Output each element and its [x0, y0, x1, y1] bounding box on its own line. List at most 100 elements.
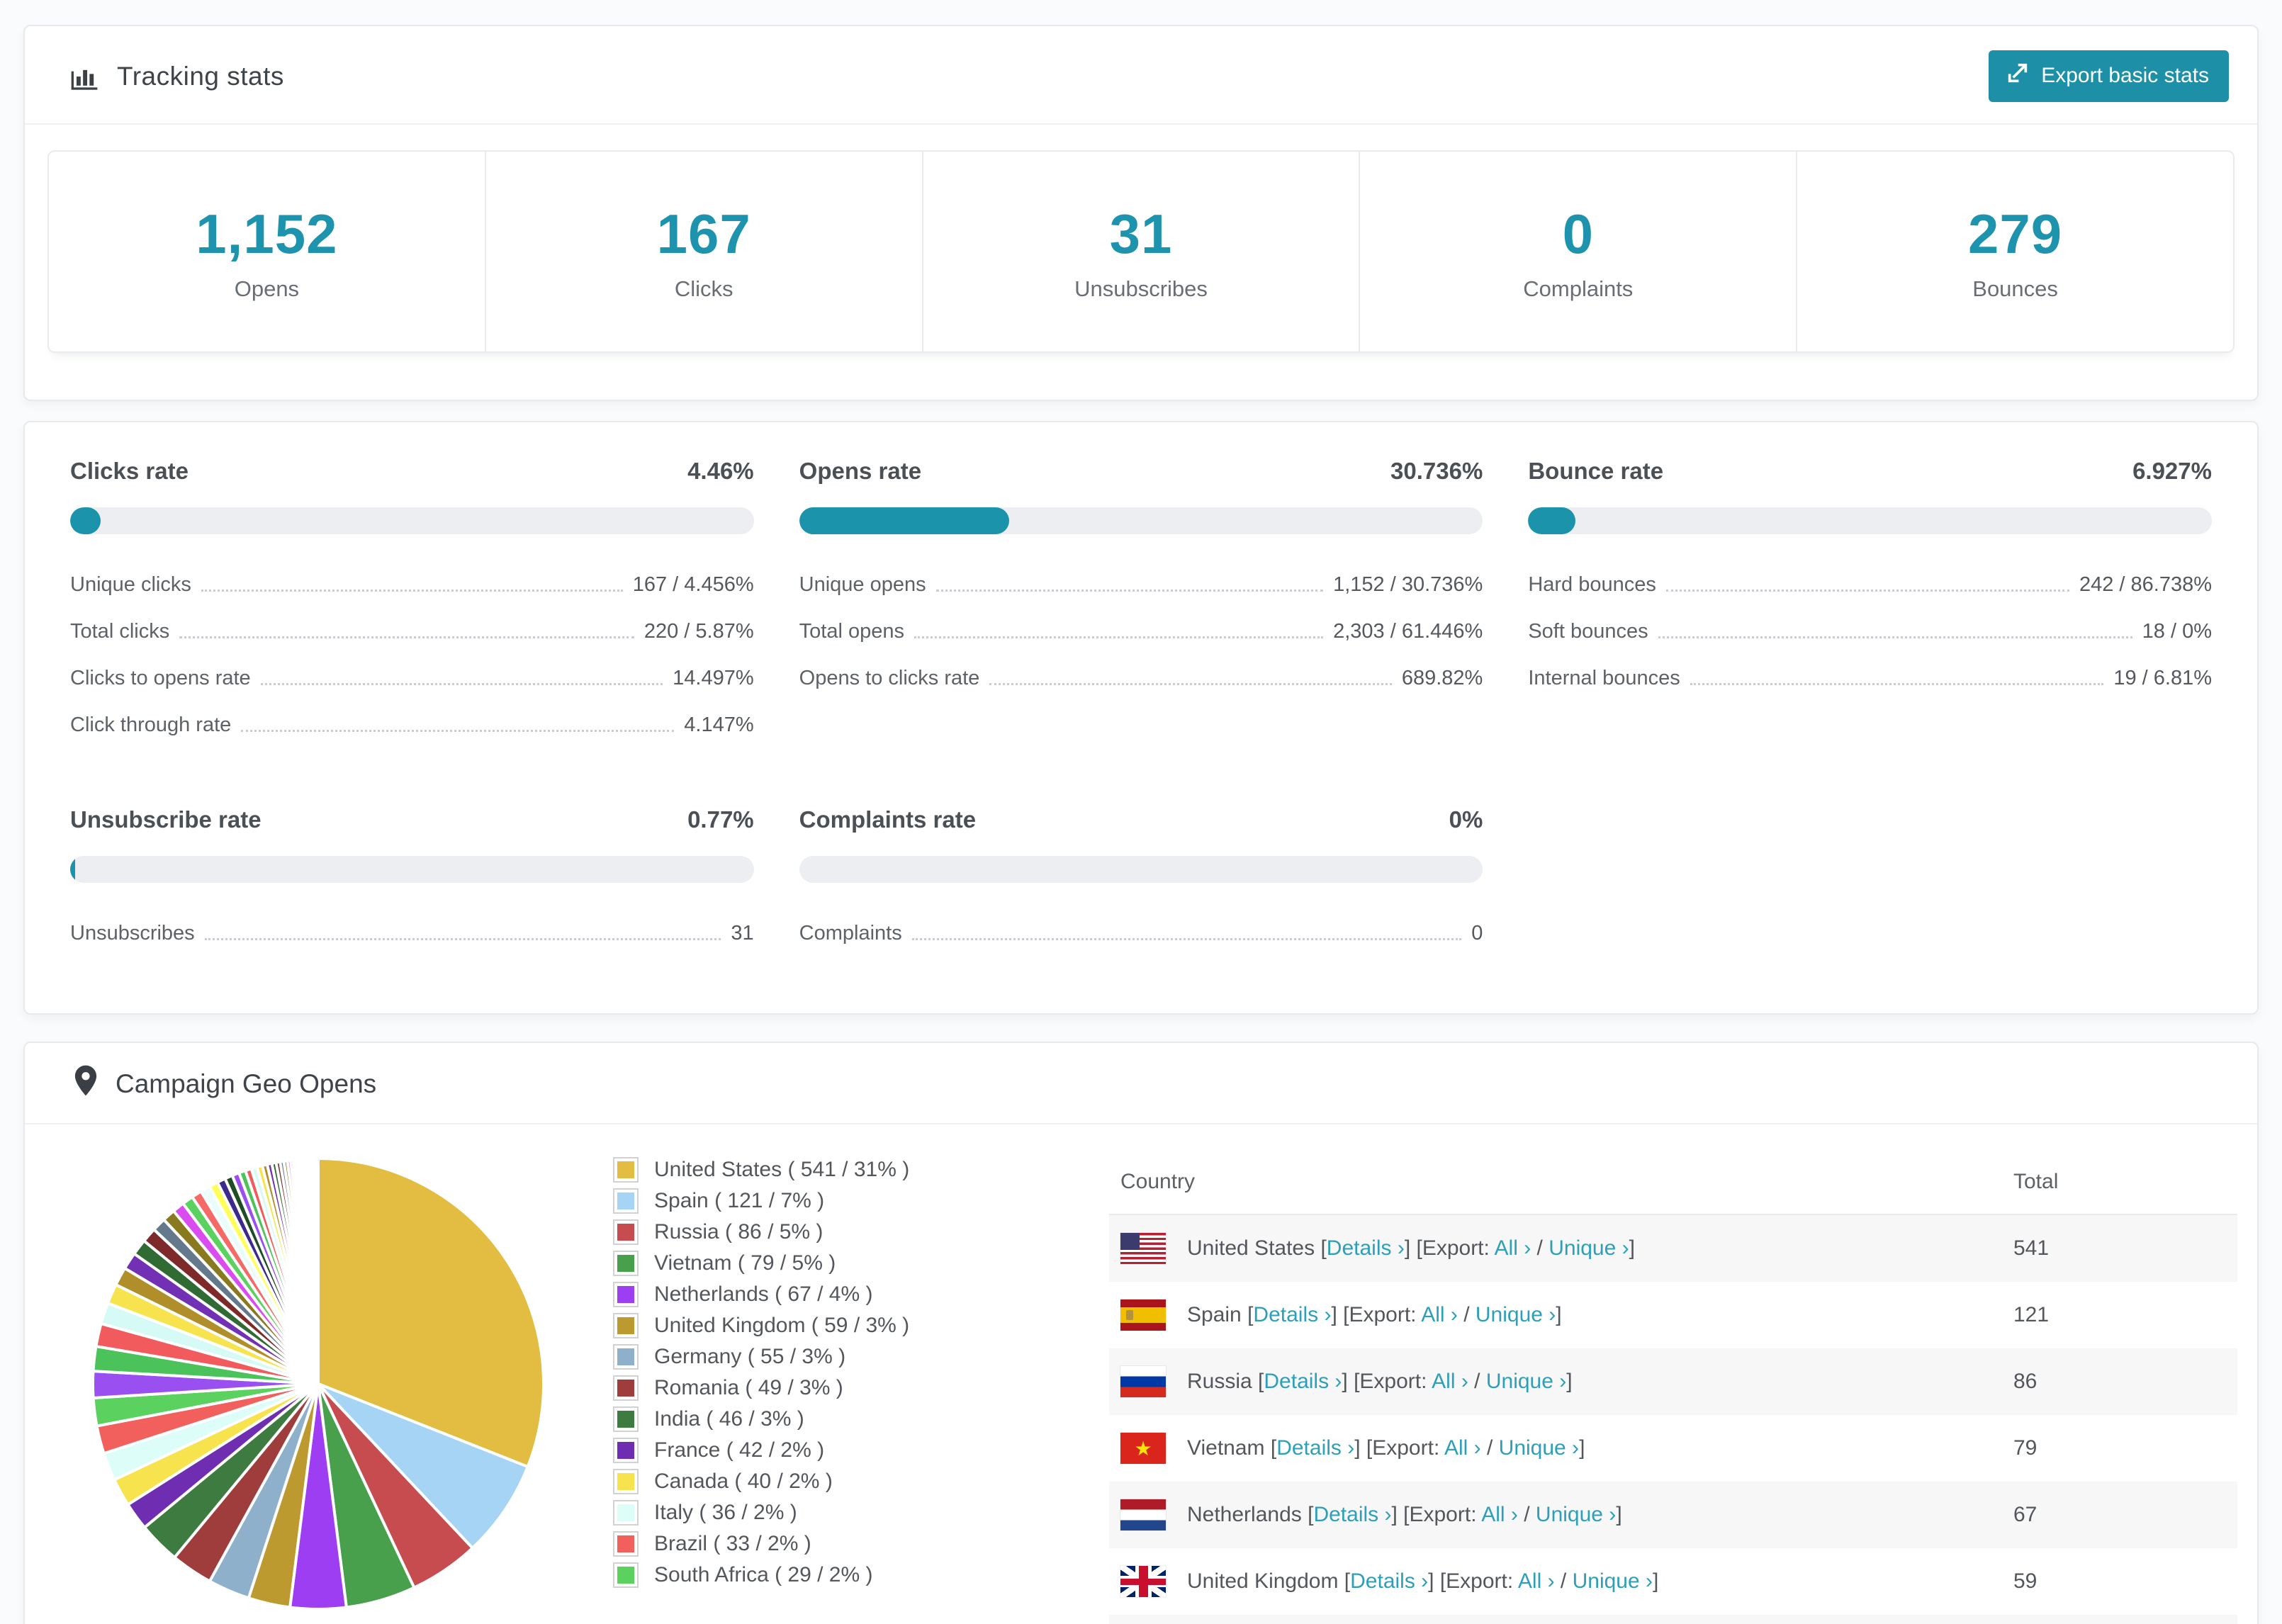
- dotted-leader: [1690, 683, 2104, 685]
- rate-title: Bounce rate: [1528, 458, 1664, 484]
- rate-title: Unsubscribe rate: [70, 806, 262, 833]
- flag-es-icon: [1120, 1299, 1166, 1331]
- rate-item: Click through rate 4.147%: [70, 709, 754, 737]
- export-all-link[interactable]: All ›: [1518, 1569, 1555, 1593]
- export-all-link[interactable]: All ›: [1432, 1370, 1468, 1393]
- legend-item[interactable]: Canada ( 40 / 2% ): [613, 1466, 1067, 1497]
- rate-items: Unique clicks 167 / 4.456% Total clicks …: [70, 568, 754, 737]
- legend-label: Spain ( 121 / 7% ): [654, 1189, 825, 1212]
- legend-item[interactable]: Russia ( 86 / 5% ): [613, 1217, 1067, 1248]
- legend-swatch: [613, 1188, 639, 1214]
- legend-item[interactable]: India ( 46 / 3% ): [613, 1404, 1067, 1435]
- rate-title: Clicks rate: [70, 458, 189, 484]
- details-link[interactable]: Details ›: [1313, 1503, 1391, 1526]
- flag-gb-icon: [1120, 1566, 1166, 1597]
- dotted-leader: [1665, 590, 2069, 592]
- legend-swatch: [613, 1438, 639, 1463]
- geo-row-total: 59: [2013, 1569, 2038, 1593]
- tracking-stats-card: Tracking stats Export basic stats 1,152 …: [23, 25, 2259, 401]
- legend-label: United States ( 541 / 31% ): [654, 1158, 910, 1181]
- geo-table-row: Vietnam [Details ›] [Export: All › / Uni…: [1109, 1415, 2237, 1482]
- legend-swatch: [613, 1282, 639, 1307]
- stat-box: 31 Unsubscribes: [923, 152, 1361, 351]
- dotted-leader: [241, 730, 675, 732]
- rate-progress-track: [799, 856, 1483, 883]
- legend-item[interactable]: Brazil ( 33 / 2% ): [613, 1528, 1067, 1560]
- geo-row-total: 79: [2013, 1436, 2038, 1460]
- geo-row-total: 67: [2013, 1503, 2038, 1526]
- legend-item[interactable]: Netherlands ( 67 / 4% ): [613, 1279, 1067, 1310]
- campaign-geo-opens-header: Campaign Geo Opens: [25, 1043, 2257, 1124]
- rate-item: Complaints 0: [799, 917, 1483, 945]
- legend-label: Russia ( 86 / 5% ): [654, 1220, 824, 1244]
- geo-table-row: Russia [Details ›] [Export: All › / Uniq…: [1109, 1348, 2237, 1415]
- rate-item: Hard bounces 242 / 86.738%: [1528, 568, 2212, 597]
- rate-progress-track: [1528, 507, 2212, 534]
- geo-table-body: United States [Details ›] [Export: All ›…: [1109, 1215, 2237, 1624]
- dotted-leader: [911, 938, 1462, 940]
- stat-box: 1,152 Opens: [49, 152, 486, 351]
- details-link[interactable]: Details ›: [1350, 1569, 1428, 1593]
- stat-value: 279: [1968, 202, 2063, 265]
- legend-item[interactable]: Spain ( 121 / 7% ): [613, 1185, 1067, 1217]
- legend-item[interactable]: France ( 42 / 2% ): [613, 1435, 1067, 1466]
- export-unique-link[interactable]: Unique ›: [1499, 1436, 1579, 1460]
- legend-swatch: [613, 1344, 639, 1370]
- legend-swatch: [613, 1500, 639, 1526]
- legend-item[interactable]: United Kingdom ( 59 / 3% ): [613, 1310, 1067, 1341]
- export-all-link[interactable]: All ›: [1481, 1503, 1518, 1526]
- map-pin-icon: [72, 1064, 100, 1103]
- legend-label: Brazil ( 33 / 2% ): [654, 1532, 811, 1555]
- export-unique-link[interactable]: Unique ›: [1476, 1303, 1556, 1326]
- rate-item-label: Unsubscribes: [70, 922, 195, 944]
- pie-slice[interactable]: [315, 1156, 320, 1385]
- legend-label: Romania ( 49 / 3% ): [654, 1376, 843, 1399]
- rate-item: Total opens 2,303 / 61.446%: [799, 615, 1483, 643]
- rate-progress-fill: [70, 507, 101, 534]
- rate-block: Complaints rate 0% Complaints 0: [799, 806, 1483, 964]
- details-link[interactable]: Details ›: [1327, 1236, 1405, 1260]
- stat-label: Unsubscribes: [1074, 276, 1208, 301]
- export-unique-link[interactable]: Unique ›: [1536, 1503, 1616, 1526]
- legend-item[interactable]: Germany ( 55 / 3% ): [613, 1341, 1067, 1372]
- rate-progress-track: [70, 507, 754, 534]
- details-link[interactable]: Details ›: [1264, 1370, 1342, 1393]
- legend-item[interactable]: South Africa ( 29 / 2% ): [613, 1560, 1067, 1591]
- export-unique-link[interactable]: Unique ›: [1548, 1236, 1629, 1260]
- details-link[interactable]: Details ›: [1276, 1436, 1354, 1460]
- rate-item-label: Unique opens: [799, 573, 926, 596]
- pie-svg[interactable]: [84, 1150, 552, 1618]
- export-all-link[interactable]: All ›: [1444, 1436, 1481, 1460]
- export-unique-link[interactable]: Unique ›: [1486, 1370, 1566, 1393]
- rate-item-label: Total clicks: [70, 620, 170, 643]
- export-all-link[interactable]: All ›: [1421, 1303, 1458, 1326]
- tracking-stats-header: Tracking stats Export basic stats: [25, 26, 2257, 125]
- export-basic-stats-button[interactable]: Export basic stats: [1989, 50, 2229, 102]
- legend-swatch: [613, 1375, 639, 1401]
- legend-swatch: [613, 1562, 639, 1588]
- geo-row-country: Netherlands: [1187, 1503, 1308, 1526]
- geo-table: Country Total United States [Details ›] …: [1109, 1150, 2237, 1624]
- rate-item: Unsubscribes 31: [70, 917, 754, 945]
- rate-item-value: 220 / 5.87%: [643, 620, 754, 643]
- legend-item[interactable]: Italy ( 36 / 2% ): [613, 1497, 1067, 1528]
- rate-progress-fill: [799, 507, 1010, 534]
- rate-item: Opens to clicks rate 689.82%: [799, 662, 1483, 690]
- export-icon: [2006, 61, 2030, 91]
- details-link[interactable]: Details ›: [1253, 1303, 1331, 1326]
- geo-pie-chart[interactable]: [84, 1150, 552, 1624]
- rate-items: Hard bounces 242 / 86.738% Soft bounces …: [1528, 568, 2212, 690]
- legend-item[interactable]: United States ( 541 / 31% ): [613, 1154, 1067, 1185]
- rate-item-label: Soft bounces: [1528, 620, 1648, 643]
- export-unique-link[interactable]: Unique ›: [1573, 1569, 1653, 1593]
- export-all-link[interactable]: All ›: [1495, 1236, 1531, 1260]
- rate-item-value: 14.497%: [673, 667, 754, 689]
- legend-label: India ( 46 / 3% ): [654, 1407, 804, 1431]
- rate-item-label: Complaints: [799, 922, 902, 944]
- legend-label: South Africa ( 29 / 2% ): [654, 1563, 873, 1586]
- rate-item-label: Internal bounces: [1528, 667, 1680, 689]
- legend-item[interactable]: Vietnam ( 79 / 5% ): [613, 1248, 1067, 1279]
- geo-row-total: 121: [2013, 1303, 2050, 1326]
- bar-chart-icon: [69, 61, 100, 92]
- legend-item[interactable]: Romania ( 49 / 3% ): [613, 1372, 1067, 1404]
